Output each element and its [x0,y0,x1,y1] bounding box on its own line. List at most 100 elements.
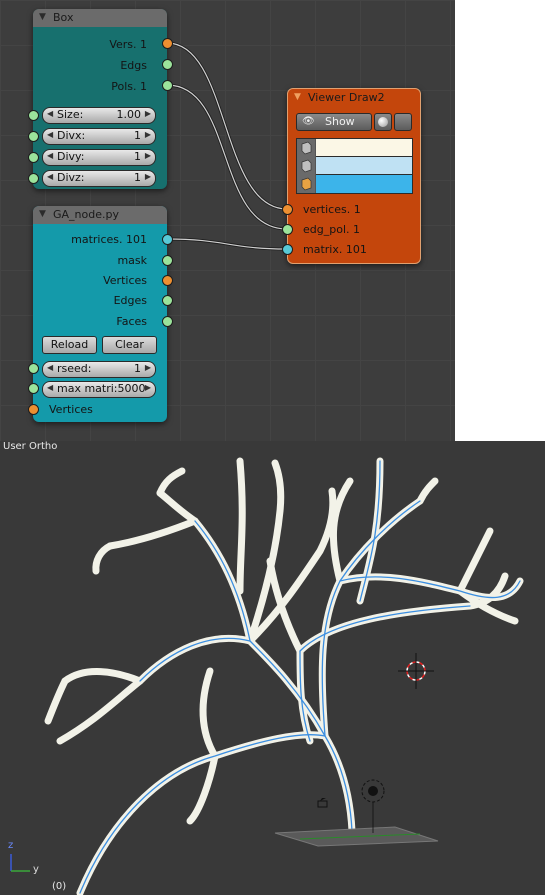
divx-value: 1 [134,129,141,142]
vertex-color-icon [297,139,315,158]
output-label-faces: Faces [116,315,147,328]
output-label-vers: Vers. 1 [109,38,147,51]
socket-mask-out[interactable] [162,255,173,266]
collapse-triangle-icon[interactable]: ▼ [294,92,301,102]
viewer-node-title: Viewer Draw2 [308,91,385,104]
socket-vertices-in[interactable] [28,404,39,415]
ground-plane [274,826,439,847]
increment-arrow-icon[interactable]: ▶ [145,109,151,118]
face-color-icon [297,175,315,193]
divy-field[interactable]: ◀ Divy: 1 ▶ [42,149,156,166]
divx-label: Divx: [57,129,86,142]
socket-size-in[interactable] [28,110,39,121]
decrement-arrow-icon[interactable]: ◀ [47,151,53,160]
socket-divy-in[interactable] [28,152,39,163]
collapse-triangle-icon[interactable]: ▼ [39,12,46,22]
edge-color-icon [297,157,315,176]
input-label-vertices: vertices. 1 [303,203,361,216]
editor-blank-area [455,0,545,441]
ga-node-header[interactable]: ▼ GA_node.py [33,206,167,224]
node-editor[interactable]: ▼ Box Vers. 1 Edgs Pols. 1 ◀ Size: 1.00 … [0,0,455,441]
socket-vertices-in[interactable] [282,204,293,215]
socket-maxmatri-in[interactable] [28,383,39,394]
decrement-arrow-icon[interactable]: ◀ [47,363,53,372]
clear-button[interactable]: Clear [102,336,157,354]
ga-node[interactable]: ▼ GA_node.py matrices. 101 mask Vertices… [33,206,167,422]
divy-value: 1 [134,150,141,163]
3d-cursor-icon[interactable] [398,653,434,689]
collapse-triangle-icon[interactable]: ▼ [39,209,46,219]
frame-label: (0) [52,881,67,892]
socket-matrix-in[interactable] [282,244,293,255]
sphere-icon [378,117,388,127]
axis-z-label: z [8,840,14,851]
size-label: Size: [57,108,84,121]
link-pols-edgpol [166,83,288,231]
max-matri-label: max matri:5000 [57,382,146,395]
edge-color-swatch[interactable] [316,157,412,175]
socket-edges-out[interactable] [162,295,173,306]
increment-arrow-icon[interactable]: ▶ [145,172,151,181]
box-node-title: Box [53,11,74,24]
show-label: Show [325,115,355,128]
socket-vertices-out[interactable] [162,275,173,286]
divx-field[interactable]: ◀ Divx: 1 ▶ [42,128,156,145]
socket-divx-in[interactable] [28,131,39,142]
output-label-edges: Edges [113,294,147,307]
show-toggle-button[interactable]: 👁 Show [296,113,372,131]
tree-render [10,457,524,895]
size-field[interactable]: ◀ Size: 1.00 ▶ [42,107,156,124]
input-label-edgpol: edg_pol. 1 [303,223,360,236]
input-label-matrix: matrix. 101 [303,243,367,256]
socket-rseed-in[interactable] [28,363,39,374]
face-color-swatch[interactable] [316,175,412,193]
input-label-vertices: Vertices [49,403,93,416]
viewer-node-header[interactable]: ▼ Viewer Draw2 [288,89,420,107]
link-vers-vertices [166,41,288,211]
axis-y-label: y [33,864,39,875]
axis-gizmo [10,854,30,872]
socket-edgs-out[interactable] [162,59,173,70]
box-node[interactable]: ▼ Box Vers. 1 Edgs Pols. 1 ◀ Size: 1.00 … [33,9,167,189]
rseed-label: rseed: [57,362,92,375]
socket-matrices-out[interactable] [162,234,173,245]
socket-faces-out[interactable] [162,316,173,327]
rseed-value: 1 [134,362,141,375]
max-matri-field[interactable]: ◀ max matri:5000 ▶ [42,381,156,398]
3d-viewport[interactable]: User Ortho z y (0) [0,441,545,895]
socket-divz-in[interactable] [28,173,39,184]
output-label-vertices: Vertices [103,274,147,287]
socket-edgpol-in[interactable] [282,224,293,235]
decrement-arrow-icon[interactable]: ◀ [47,130,53,139]
viewer-draw-node[interactable]: ▼ Viewer Draw2 👁 Show vertices. 1 edg_po… [287,88,421,264]
output-label-pols: Pols. 1 [111,80,147,93]
reload-button[interactable]: Reload [42,336,97,354]
output-label-edgs: Edgs [120,59,147,72]
socket-pols-out[interactable] [162,80,173,91]
divy-label: Divy: [57,150,85,163]
increment-arrow-icon[interactable]: ▶ [145,151,151,160]
divz-label: Divz: [57,171,85,184]
camera-icon[interactable] [317,798,328,808]
increment-arrow-icon[interactable]: ▶ [145,383,151,392]
divz-field[interactable]: ◀ Divz: 1 ▶ [42,170,156,187]
output-label-matrices: matrices. 101 [71,233,147,246]
box-node-header[interactable]: ▼ Box [33,9,167,27]
decrement-arrow-icon[interactable]: ◀ [47,383,53,392]
ga-node-title: GA_node.py [53,208,119,221]
increment-arrow-icon[interactable]: ▶ [145,363,151,372]
decrement-arrow-icon[interactable]: ◀ [47,172,53,181]
socket-vers-out[interactable] [162,38,173,49]
increment-arrow-icon[interactable]: ▶ [145,130,151,139]
color-swatch-group [296,138,413,194]
size-value: 1.00 [116,108,142,121]
output-label-mask: mask [117,254,147,267]
lamp-icon[interactable] [361,779,385,833]
shading-sphere-button[interactable] [374,113,392,131]
extra-toggle-button[interactable] [394,113,412,131]
eye-icon: 👁 [302,116,315,127]
rseed-field[interactable]: ◀ rseed: 1 ▶ [42,361,156,378]
decrement-arrow-icon[interactable]: ◀ [47,109,53,118]
divz-value: 1 [134,171,141,184]
vertex-color-swatch[interactable] [316,139,412,157]
